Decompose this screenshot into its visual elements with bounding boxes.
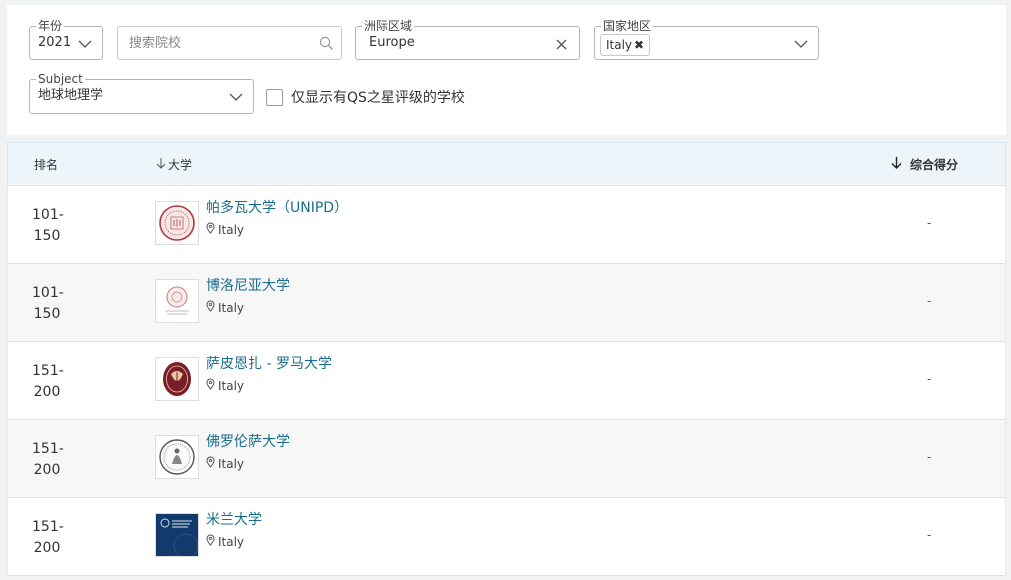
chevron-down-icon [78,39,92,49]
year-legend: 年份 [36,18,65,34]
university-column-label: 大学 [168,158,193,172]
bologna-seal-logo[interactable] [155,279,199,323]
rank-line: 151- [32,363,64,379]
qs-stars-label: 仅显示有QS之星评级的学校 [291,90,465,106]
florence-seal-logo[interactable] [155,435,199,479]
university-link[interactable]: 萨皮恩扎 - 罗马大学 [206,355,332,373]
location-pin-icon [206,534,215,549]
overall-score: - [927,450,932,464]
sort-arrow-icon [891,157,902,173]
table-row: 101- 150 帕多瓦大学（UNIPD） Italy - [7,186,1006,264]
university-link[interactable]: 帕多瓦大学（UNIPD） [206,199,348,217]
country-select[interactable]: 国家地区 Italy ✖ [594,18,819,60]
table-row: 151- 200 萨皮恩扎 - 罗马大学 Italy - [7,342,1006,420]
chip-remove-icon[interactable]: ✖ [634,38,644,52]
score-column-label: 综合得分 [910,158,959,172]
location: Italy [206,300,244,315]
overall-score: - [927,372,932,386]
rank-line: 151- [32,441,64,457]
subject-legend: Subject [36,71,85,87]
rank-line: 200 [33,384,61,400]
search-field[interactable] [117,26,342,60]
location-label: Italy [218,300,245,315]
location: Italy [206,378,244,393]
rank-line: 151- [32,519,64,535]
region-legend: 洲际区域 [362,18,415,34]
table-row: 101- 150 博洛尼亚大学 Italy - [7,264,1006,342]
table-header: 排名 大学 综合得分 [7,142,1006,186]
rank-cell: 151- 200 [32,361,64,403]
search-icon[interactable] [319,36,334,55]
year-value: 2021 [38,35,72,50]
country-chip-label: Italy [606,38,633,52]
table-row: 151- 200 米兰大学 Italy - [7,498,1006,576]
qs-stars-checkbox[interactable] [266,88,283,106]
country-chip: Italy ✖ [600,34,651,56]
country-legend: 国家地区 [601,18,654,34]
location: Italy [206,222,244,237]
region-select[interactable]: 洲际区域 Europe [355,18,580,60]
rank-line: 200 [33,540,61,556]
location-pin-icon [206,222,215,237]
overall-score: - [927,216,932,230]
chevron-down-icon [229,92,243,102]
university-column-header[interactable]: 大学 [156,157,192,173]
location-pin-icon [206,378,215,393]
rank-cell: 101- 150 [32,283,64,325]
search-input[interactable] [118,27,341,59]
rank-line: 101- [32,285,64,301]
padova-seal-logo[interactable] [155,201,199,245]
rank-cell: 101- 150 [32,205,64,247]
university-link[interactable]: 米兰大学 [206,511,262,529]
table-row: 151- 200 佛罗伦萨大学 Italy - [7,420,1006,498]
location-label: Italy [218,456,245,471]
rankings-table: 排名 大学 综合得分 101- 150 帕多瓦大学（UNIPD） Italy - … [7,142,1006,576]
region-value: Europe [369,35,415,50]
rank-line: 150 [33,306,61,322]
overall-score: - [927,294,932,308]
milan-logo[interactable] [155,513,199,557]
overall-score: - [927,528,932,542]
location: Italy [206,456,244,471]
rank-cell: 151- 200 [32,439,64,481]
score-column-header[interactable]: 综合得分 [891,157,958,173]
rank-line: 200 [33,462,61,478]
location-label: Italy [218,534,245,549]
location-pin-icon [206,456,215,471]
chevron-down-icon [794,39,808,49]
rank-line: 150 [33,228,61,244]
university-link[interactable]: 佛罗伦萨大学 [206,433,290,451]
location-pin-icon [206,300,215,315]
location: Italy [206,534,244,549]
location-label: Italy [218,222,245,237]
rank-cell: 151- 200 [32,517,64,559]
filter-panel: 年份 2021 洲际区域 Europe 国家地区 Italy✖ Subject … [7,5,1006,135]
university-link[interactable]: 博洛尼亚大学 [206,277,290,295]
clear-icon[interactable] [556,39,567,54]
sapienza-seal-logo[interactable] [155,357,199,401]
subject-value: 地球地理学 [38,88,104,103]
location-label: Italy [218,378,245,393]
year-select[interactable]: 年份 2021 [29,18,103,60]
sort-arrow-icon [156,157,166,173]
rank-column-header[interactable]: 排名 [34,157,58,173]
subject-select[interactable]: Subject 地球地理学 [29,71,254,114]
rank-line: 101- [32,207,64,223]
qs-stars-filter[interactable]: 仅显示有QS之星评级的学校 [266,87,465,107]
